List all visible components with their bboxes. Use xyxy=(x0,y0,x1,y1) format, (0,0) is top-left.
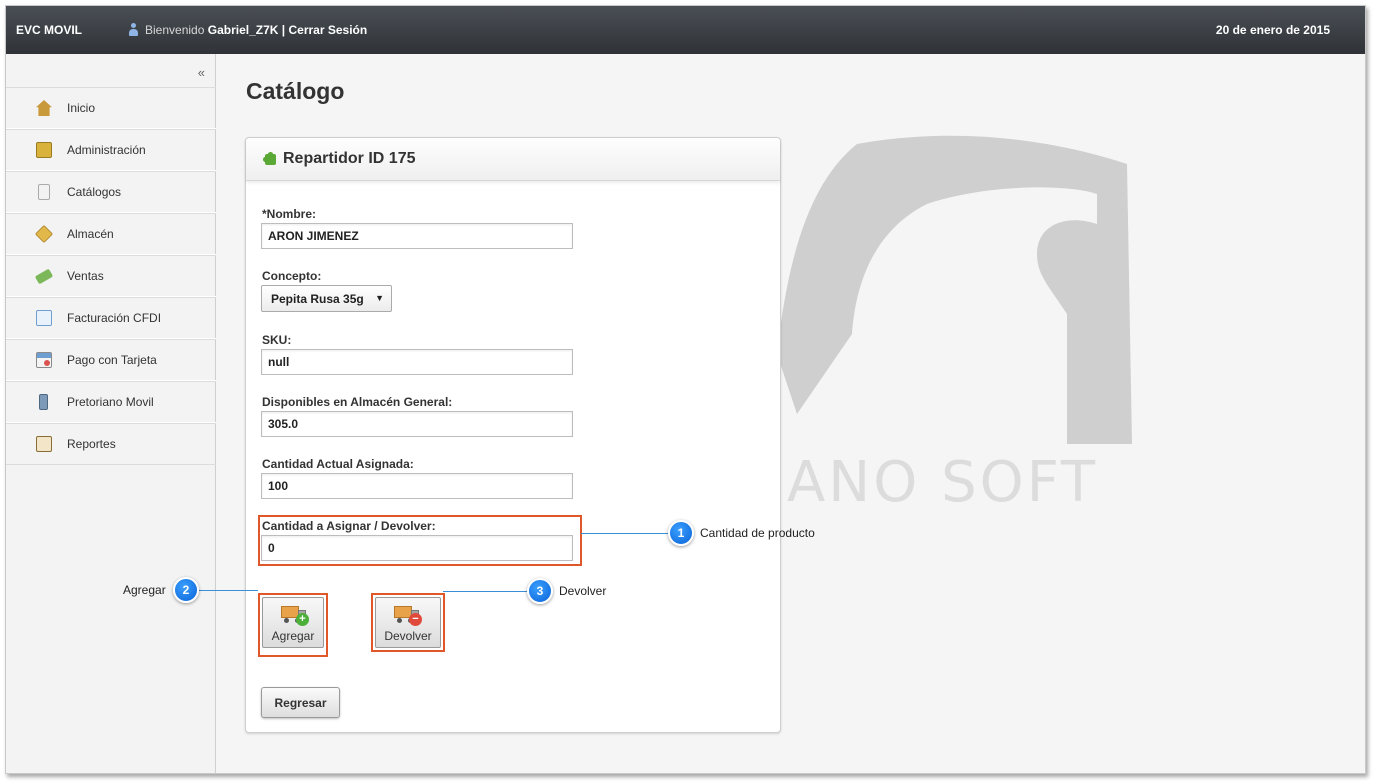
panel-header: Repartidor ID 175 xyxy=(246,138,780,181)
sidebar-item-pago-tarjeta[interactable]: Pago con Tarjeta xyxy=(6,339,216,381)
sidebar-item-pretoriano-movil[interactable]: Pretoriano Movil xyxy=(6,381,216,423)
report-icon xyxy=(36,436,52,452)
callout-text-2: Agregar xyxy=(123,583,166,597)
sidebar-item-facturacion[interactable]: Facturación CFDI xyxy=(6,297,216,339)
cantidad-asignar-input[interactable] xyxy=(261,535,573,561)
sku-label: SKU: xyxy=(262,333,292,347)
callout-line-1 xyxy=(581,533,671,534)
concepto-selected-value: Pepita Rusa 35g xyxy=(271,292,364,306)
page-title: Catálogo xyxy=(246,78,345,104)
sidebar-item-label: Facturación CFDI xyxy=(67,311,162,325)
sidebar: « Inicio Administración Catálogos Almacé… xyxy=(6,54,216,773)
cantidad-actual-input[interactable] xyxy=(261,473,573,499)
nombre-input[interactable] xyxy=(261,223,573,249)
sidebar-item-almacen[interactable]: Almacén xyxy=(6,213,216,255)
separator: | xyxy=(281,23,286,37)
concepto-select[interactable]: Pepita Rusa 35g ▼ xyxy=(261,285,392,312)
dropdown-arrow-icon: ▼ xyxy=(375,293,384,303)
sidebar-item-catalogos[interactable]: Catálogos xyxy=(6,171,216,213)
sidebar-item-label: Ventas xyxy=(67,269,104,283)
callout-text-3: Devolver xyxy=(559,584,607,598)
callout-badge-1: 1 xyxy=(668,520,694,546)
disponibles-input[interactable] xyxy=(261,411,573,437)
home-icon xyxy=(36,100,52,116)
username: Gabriel_Z7K xyxy=(207,23,279,37)
devolver-button[interactable]: − Devolver xyxy=(375,597,441,648)
sidebar-item-administracion[interactable]: Administración xyxy=(6,129,216,171)
app-window: EVC MOVIL Bienvenido Gabriel_Z7K | Cerra… xyxy=(5,5,1366,774)
box-icon xyxy=(34,224,54,244)
callout-badge-2: 2 xyxy=(173,577,199,603)
repartidor-panel: Repartidor ID 175 *Nombre: Concepto: Pep… xyxy=(245,137,781,733)
truck-return-icon: − xyxy=(394,604,424,626)
document-icon xyxy=(38,184,50,200)
truck-add-icon: + xyxy=(281,604,311,626)
sidebar-item-label: Inicio xyxy=(67,101,96,115)
top-bar: EVC MOVIL Bienvenido Gabriel_Z7K | Cerra… xyxy=(6,6,1365,54)
app-brand: EVC MOVIL xyxy=(16,23,83,37)
sidebar-item-reportes[interactable]: Reportes xyxy=(6,423,216,465)
card-icon xyxy=(36,352,52,368)
callout-text-1: Cantidad de producto xyxy=(700,526,815,540)
nombre-label: *Nombre: xyxy=(262,207,317,221)
invoice-icon xyxy=(36,310,52,326)
callout-line-2 xyxy=(196,590,258,591)
callout-line-3 xyxy=(443,591,531,592)
devolver-label: Devolver xyxy=(384,629,432,643)
admin-icon xyxy=(36,142,52,158)
main-content: Catálogo ANO SOFT Repartidor ID 175 *Nom… xyxy=(217,54,1365,773)
welcome-text: Bienvenido xyxy=(145,23,205,37)
regresar-button[interactable]: Regresar xyxy=(261,687,340,718)
collapse-sidebar-button[interactable]: « xyxy=(198,65,205,80)
current-date: 20 de enero de 2015 xyxy=(1215,23,1330,37)
sku-input[interactable] xyxy=(261,349,573,375)
sidebar-item-ventas[interactable]: Ventas xyxy=(6,255,216,297)
money-icon xyxy=(34,268,54,284)
sidebar-menu: Inicio Administración Catálogos Almacén … xyxy=(6,87,216,465)
callout-badge-3: 3 xyxy=(527,578,553,604)
puzzle-icon xyxy=(263,152,277,166)
sidebar-item-inicio[interactable]: Inicio xyxy=(6,87,216,129)
watermark-text: ANO SOFT xyxy=(787,450,1099,515)
disponibles-label: Disponibles en Almacén General: xyxy=(262,395,453,409)
sidebar-item-label: Pago con Tarjeta xyxy=(67,353,157,367)
cantidad-asignar-label: Cantidad a Asignar / Devolver: xyxy=(262,519,436,533)
logout-link[interactable]: Cerrar Sesión xyxy=(288,23,367,37)
user-icon xyxy=(128,23,139,36)
sidebar-item-label: Almacén xyxy=(67,227,114,241)
agregar-label: Agregar xyxy=(271,629,315,643)
user-info: Bienvenido Gabriel_Z7K | Cerrar Sesión xyxy=(128,23,367,37)
sidebar-item-label: Administración xyxy=(67,143,146,157)
cantidad-actual-label: Cantidad Actual Asignada: xyxy=(262,457,414,471)
concepto-label: Concepto: xyxy=(262,269,322,283)
sidebar-item-label: Pretoriano Movil xyxy=(67,395,154,409)
phone-icon xyxy=(39,394,48,410)
panel-title: Repartidor ID 175 xyxy=(283,150,416,167)
sidebar-item-label: Reportes xyxy=(67,437,116,451)
sidebar-item-label: Catálogos xyxy=(67,185,122,199)
agregar-button[interactable]: + Agregar xyxy=(262,597,324,648)
